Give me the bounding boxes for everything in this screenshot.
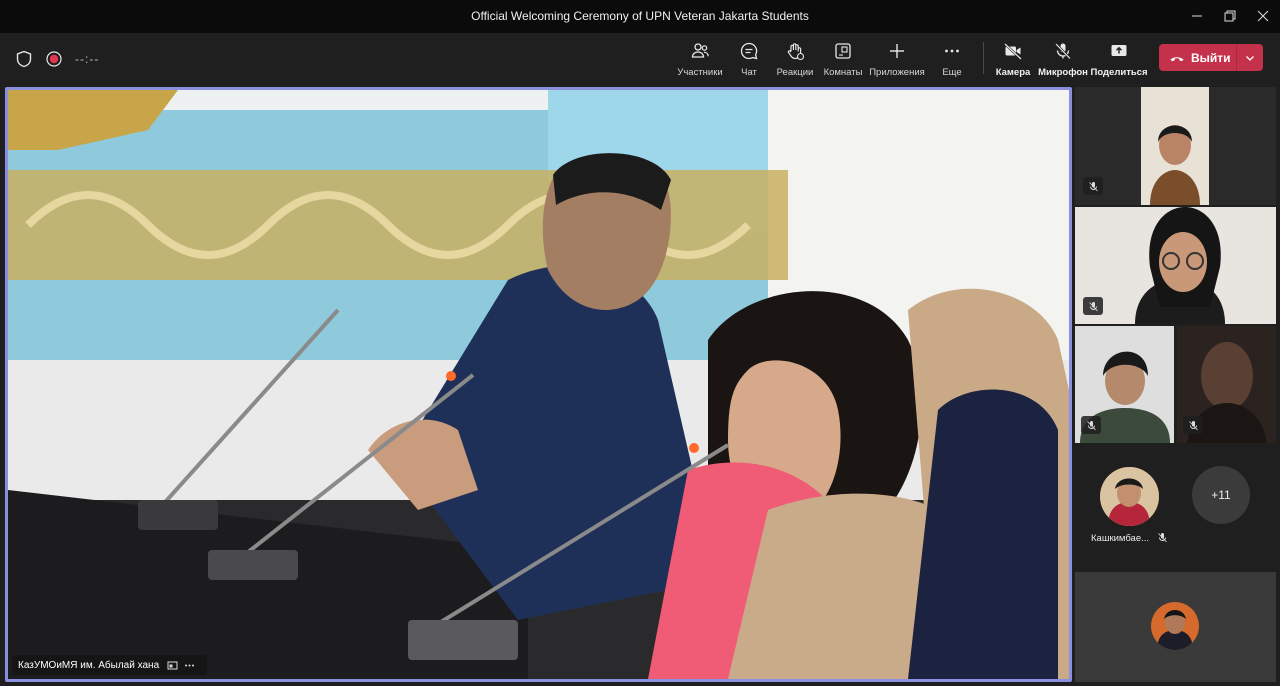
- leave-options-dropdown[interactable]: [1236, 44, 1263, 71]
- shared-content-icon: [167, 661, 178, 669]
- reaction-hand-icon: [787, 43, 805, 61]
- share-button[interactable]: Поделиться: [1090, 39, 1148, 81]
- muted-indicator: [1083, 297, 1103, 315]
- restore-icon: [1224, 10, 1236, 22]
- speaker-name: КазУМОиМЯ им. Абылай хана: [18, 659, 160, 671]
- hang-up-icon: [1170, 56, 1184, 61]
- participant-tile[interactable]: [1177, 326, 1276, 443]
- meeting-toolbar: --:-- Участники Чат Реакции Комнаты Прил…: [0, 33, 1280, 85]
- chat-icon: [740, 42, 758, 60]
- avatar-photo: [1151, 602, 1199, 650]
- mic-toggle-button[interactable]: Микрофон: [1038, 39, 1088, 81]
- leave-main[interactable]: Выйти: [1159, 44, 1236, 71]
- window-title: Official Welcoming Ceremony of UPN Veter…: [471, 9, 809, 23]
- close-icon: [1257, 10, 1269, 22]
- mic-off-icon: [1188, 420, 1198, 430]
- apps-label: Приложения: [869, 67, 925, 78]
- participants-button[interactable]: Участники: [676, 39, 724, 81]
- camera-toggle-button[interactable]: Камера: [995, 39, 1031, 81]
- share-label: Поделиться: [1090, 67, 1148, 78]
- leave-label: Выйти: [1191, 50, 1231, 65]
- overflow-count: +11: [1211, 488, 1231, 502]
- mic-off-icon: [1088, 301, 1098, 311]
- title-bar: Official Welcoming Ceremony of UPN Veter…: [0, 0, 1280, 33]
- rooms-label: Комнаты: [823, 67, 863, 78]
- chevron-down-icon: [1246, 55, 1254, 61]
- minimize-icon: [1192, 15, 1202, 17]
- attendee-name: Кашкимбае...: [1091, 533, 1150, 544]
- people-icon: [691, 43, 709, 58]
- mic-label: Микрофон: [1038, 67, 1088, 78]
- recording-icon: [46, 51, 62, 67]
- minimize-button[interactable]: [1182, 4, 1212, 28]
- muted-indicator: [1083, 177, 1103, 195]
- plus-icon: [890, 44, 904, 58]
- participant-video: [1141, 87, 1209, 205]
- reactions-button[interactable]: Реакции: [775, 39, 815, 81]
- leave-button[interactable]: Выйти: [1159, 44, 1263, 71]
- mic-off-icon: [1088, 181, 1098, 191]
- participant-tile[interactable]: [1075, 87, 1276, 205]
- muted-indicator: [1183, 416, 1203, 434]
- mic-off-icon: [1158, 533, 1167, 543]
- ellipsis-icon[interactable]: [184, 660, 195, 671]
- camera-off-icon: [1004, 43, 1022, 60]
- speaker-video: [8, 90, 1069, 679]
- ellipsis-icon: [945, 49, 959, 53]
- avatar-photo: [1100, 467, 1159, 526]
- more-label: Еще: [942, 67, 962, 78]
- more-participants-button[interactable]: +11: [1192, 466, 1250, 524]
- meeting-timer: --:--: [75, 52, 100, 66]
- participant-tile[interactable]: [1075, 326, 1174, 443]
- chat-label: Чат: [741, 67, 757, 78]
- breakout-rooms-icon: [835, 43, 851, 59]
- camera-label: Камера: [995, 67, 1031, 78]
- mic-off-icon: [1086, 420, 1096, 430]
- toolbar-divider: [983, 42, 984, 74]
- attendee-avatar[interactable]: [1100, 467, 1159, 526]
- reactions-label: Реакции: [776, 67, 814, 78]
- close-button[interactable]: [1248, 4, 1278, 28]
- muted-indicator: [1081, 416, 1101, 434]
- rooms-button[interactable]: Комнаты: [822, 39, 864, 81]
- share-screen-icon: [1111, 45, 1127, 56]
- participant-avatar: [1151, 602, 1199, 650]
- chat-button[interactable]: Чат: [732, 39, 766, 81]
- main-video-stage[interactable]: КазУМОиМЯ им. Абылай хана: [5, 87, 1072, 682]
- speaker-name-tag: КазУМОиМЯ им. Абылай хана: [12, 655, 208, 675]
- more-button[interactable]: Еще: [937, 39, 967, 81]
- restore-button[interactable]: [1215, 4, 1245, 28]
- participants-label: Участники: [677, 67, 723, 78]
- shield-icon[interactable]: [15, 50, 33, 68]
- apps-button[interactable]: Приложения: [868, 39, 926, 81]
- mic-off-icon: [1055, 43, 1071, 60]
- participant-video: [1075, 207, 1276, 324]
- participant-tile[interactable]: [1075, 207, 1276, 324]
- participant-tile[interactable]: [1075, 572, 1276, 682]
